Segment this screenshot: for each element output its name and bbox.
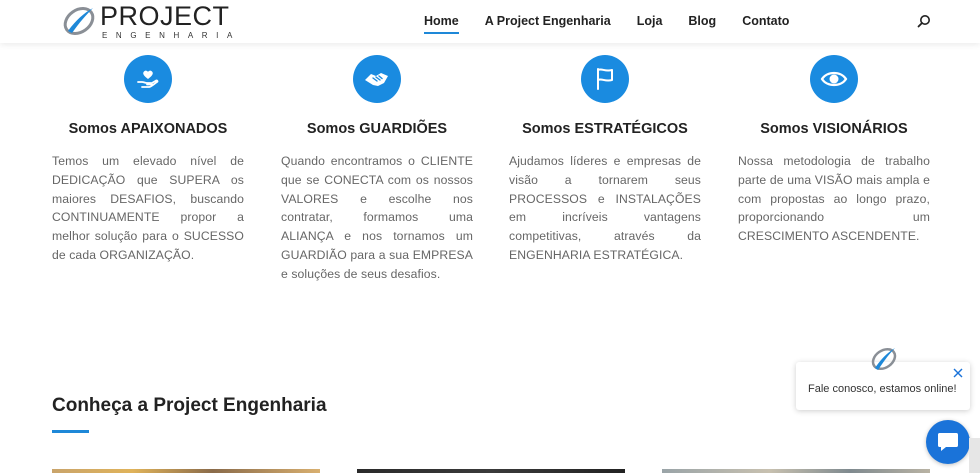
logo-name: PROJECT [100, 1, 230, 31]
feature-text: Temos um elevado nível de DEDICAÇÃO que … [52, 154, 244, 262]
feature-text: Nossa metodologia de trabalho parte de u… [738, 154, 930, 244]
eye-icon [810, 55, 858, 103]
logo[interactable]: PROJECT ENGENHARIA [62, 2, 242, 40]
site-header: PROJECT ENGENHARIA Home A Project Engenh… [0, 0, 980, 43]
feature-title: Somos VISIONÁRIOS [760, 121, 908, 137]
hand-heart-icon [124, 55, 172, 103]
chat-icon [938, 433, 958, 451]
handshake-icon [353, 55, 401, 103]
about-image-1[interactable] [52, 469, 320, 473]
feature-title: Somos GUARDIÕES [306, 121, 448, 137]
nav-contact[interactable]: Contato [742, 0, 789, 43]
search-icon[interactable] [917, 14, 931, 28]
logo-swoosh-icon [63, 7, 95, 35]
nav-shop[interactable]: Loja [637, 0, 663, 43]
section-underline [52, 430, 89, 433]
feature-text: Quando encontramos o CLIENTE que se CONE… [281, 154, 473, 281]
chat-avatar-logo-icon [871, 347, 897, 371]
close-icon[interactable] [951, 366, 965, 380]
side-tab[interactable] [969, 438, 980, 473]
nav-blog[interactable]: Blog [688, 0, 716, 43]
chat-message: Fale conosco, estamos online! [808, 383, 957, 395]
about-image-3[interactable] [662, 469, 930, 473]
section-title: Conheça a Project Engenharia [52, 395, 327, 416]
main-nav: Home A Project Engenharia Loja Blog Cont… [424, 0, 815, 43]
flag-icon [581, 55, 629, 103]
chat-open-button[interactable] [926, 420, 970, 464]
feature-title: Somos APAIXONADOS [68, 121, 228, 137]
about-image-2[interactable] [357, 469, 625, 473]
feature-title: Somos ESTRATÉGICOS [522, 121, 688, 137]
logo-subtitle: ENGENHARIA [102, 31, 241, 40]
nav-home[interactable]: Home [424, 0, 459, 43]
nav-about[interactable]: A Project Engenharia [485, 0, 611, 43]
feature-text: Ajudamos líderes e empresas de visão a t… [509, 154, 701, 262]
